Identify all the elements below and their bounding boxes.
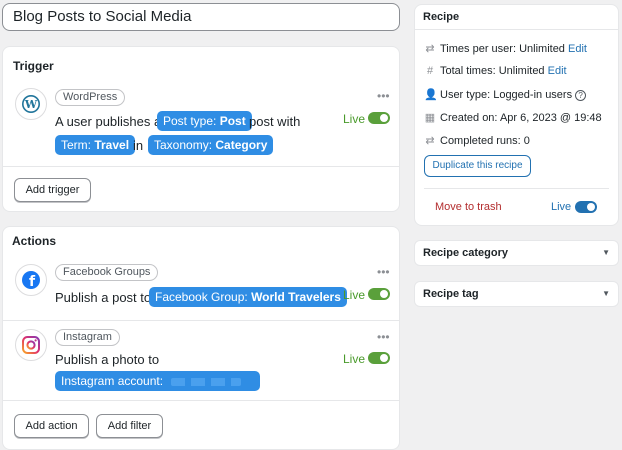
more-options-icon[interactable]: ••• xyxy=(377,266,390,278)
more-options-icon[interactable]: ••• xyxy=(377,331,390,343)
actions-footer-divider xyxy=(3,400,399,401)
svg-text:f: f xyxy=(29,274,36,290)
svg-text:W: W xyxy=(24,98,38,111)
edit-total-times-link[interactable]: Edit xyxy=(548,65,567,77)
recipe-tag-panel[interactable]: Recipe tag ▼ xyxy=(414,281,619,307)
trigger-heading: Trigger xyxy=(13,59,54,73)
trigger-text-3: in xyxy=(133,138,144,153)
created-on-row: ▦ Created on: Apr 6, 2023 @ 19:48 xyxy=(424,112,602,124)
recipe-heading: Recipe xyxy=(423,11,460,23)
recipe-category-heading: Recipe category xyxy=(423,247,508,259)
trigger-status-label: Live xyxy=(343,112,366,126)
recipe-title-input[interactable]: Blog Posts to Social Media xyxy=(2,3,400,31)
chevron-down-icon[interactable]: ▼ xyxy=(602,289,610,298)
total-times-row: # Total times: Unlimited Edit xyxy=(424,65,567,77)
times-per-user-row: ⇄ Times per user: Unlimited Edit xyxy=(425,43,587,55)
recipe-live-toggle[interactable] xyxy=(575,201,597,213)
token-instagram-account[interactable]: Instagram account: xyxy=(55,371,260,391)
recipe-status-label: Live xyxy=(551,201,572,213)
action-status-label: Live xyxy=(343,288,366,302)
action-divider xyxy=(3,320,399,321)
trigger-live-toggle[interactable] xyxy=(368,112,390,124)
instagram-icon xyxy=(15,329,47,361)
add-action-button[interactable]: Add action xyxy=(14,414,89,438)
action-text: Publish a photo to xyxy=(55,352,160,367)
integration-badge: WordPress xyxy=(55,89,126,106)
trigger-text-2: post with xyxy=(249,114,301,129)
actions-heading: Actions xyxy=(12,234,57,248)
repeat-icon: ⇄ xyxy=(425,43,435,55)
user-icon: 👤 xyxy=(424,89,438,101)
trigger-text-1: A user publishes a xyxy=(55,114,162,129)
add-filter-button[interactable]: Add filter xyxy=(96,414,163,438)
calendar-icon: ▦ xyxy=(424,112,436,124)
edit-times-per-user-link[interactable]: Edit xyxy=(568,43,587,55)
add-trigger-button[interactable]: Add trigger xyxy=(14,178,91,202)
action-live-toggle[interactable] xyxy=(368,352,390,364)
user-type-row: 👤 User type: Logged-in users ? xyxy=(424,88,587,101)
repeat-icon: ⇄ xyxy=(425,135,435,147)
recipe-footer-divider xyxy=(424,188,609,189)
wordpress-icon: W xyxy=(15,88,47,120)
recipe-category-panel[interactable]: Recipe category ▼ xyxy=(414,240,619,266)
recipe-heading-divider xyxy=(415,29,618,30)
token-taxonomy[interactable]: Taxonomy: Category xyxy=(148,135,274,155)
hash-icon: # xyxy=(426,65,434,77)
integration-badge: Facebook Groups xyxy=(55,264,159,281)
completed-runs-row: ⇄ Completed runs: 0 xyxy=(425,135,530,147)
help-icon[interactable]: ? xyxy=(575,90,587,101)
more-options-icon[interactable]: ••• xyxy=(377,90,390,102)
action-text: Publish a post to xyxy=(55,290,152,305)
redacted-value xyxy=(171,377,242,386)
token-facebook-group[interactable]: Facebook Group: World Travelers xyxy=(149,287,347,307)
integration-badge: Instagram xyxy=(55,329,120,346)
action-status-label: Live xyxy=(343,352,366,366)
action-live-toggle[interactable] xyxy=(368,288,390,300)
token-term[interactable]: Term: Travel xyxy=(55,135,136,155)
move-to-trash-link[interactable]: Move to trash xyxy=(435,201,502,213)
trigger-divider xyxy=(3,166,399,167)
duplicate-recipe-button[interactable]: Duplicate this recipe xyxy=(424,155,531,177)
facebook-icon: f xyxy=(15,264,47,296)
chevron-down-icon[interactable]: ▼ xyxy=(602,248,610,257)
recipe-tag-heading: Recipe tag xyxy=(423,288,479,300)
token-post-type[interactable]: Post type: Post xyxy=(157,111,252,131)
